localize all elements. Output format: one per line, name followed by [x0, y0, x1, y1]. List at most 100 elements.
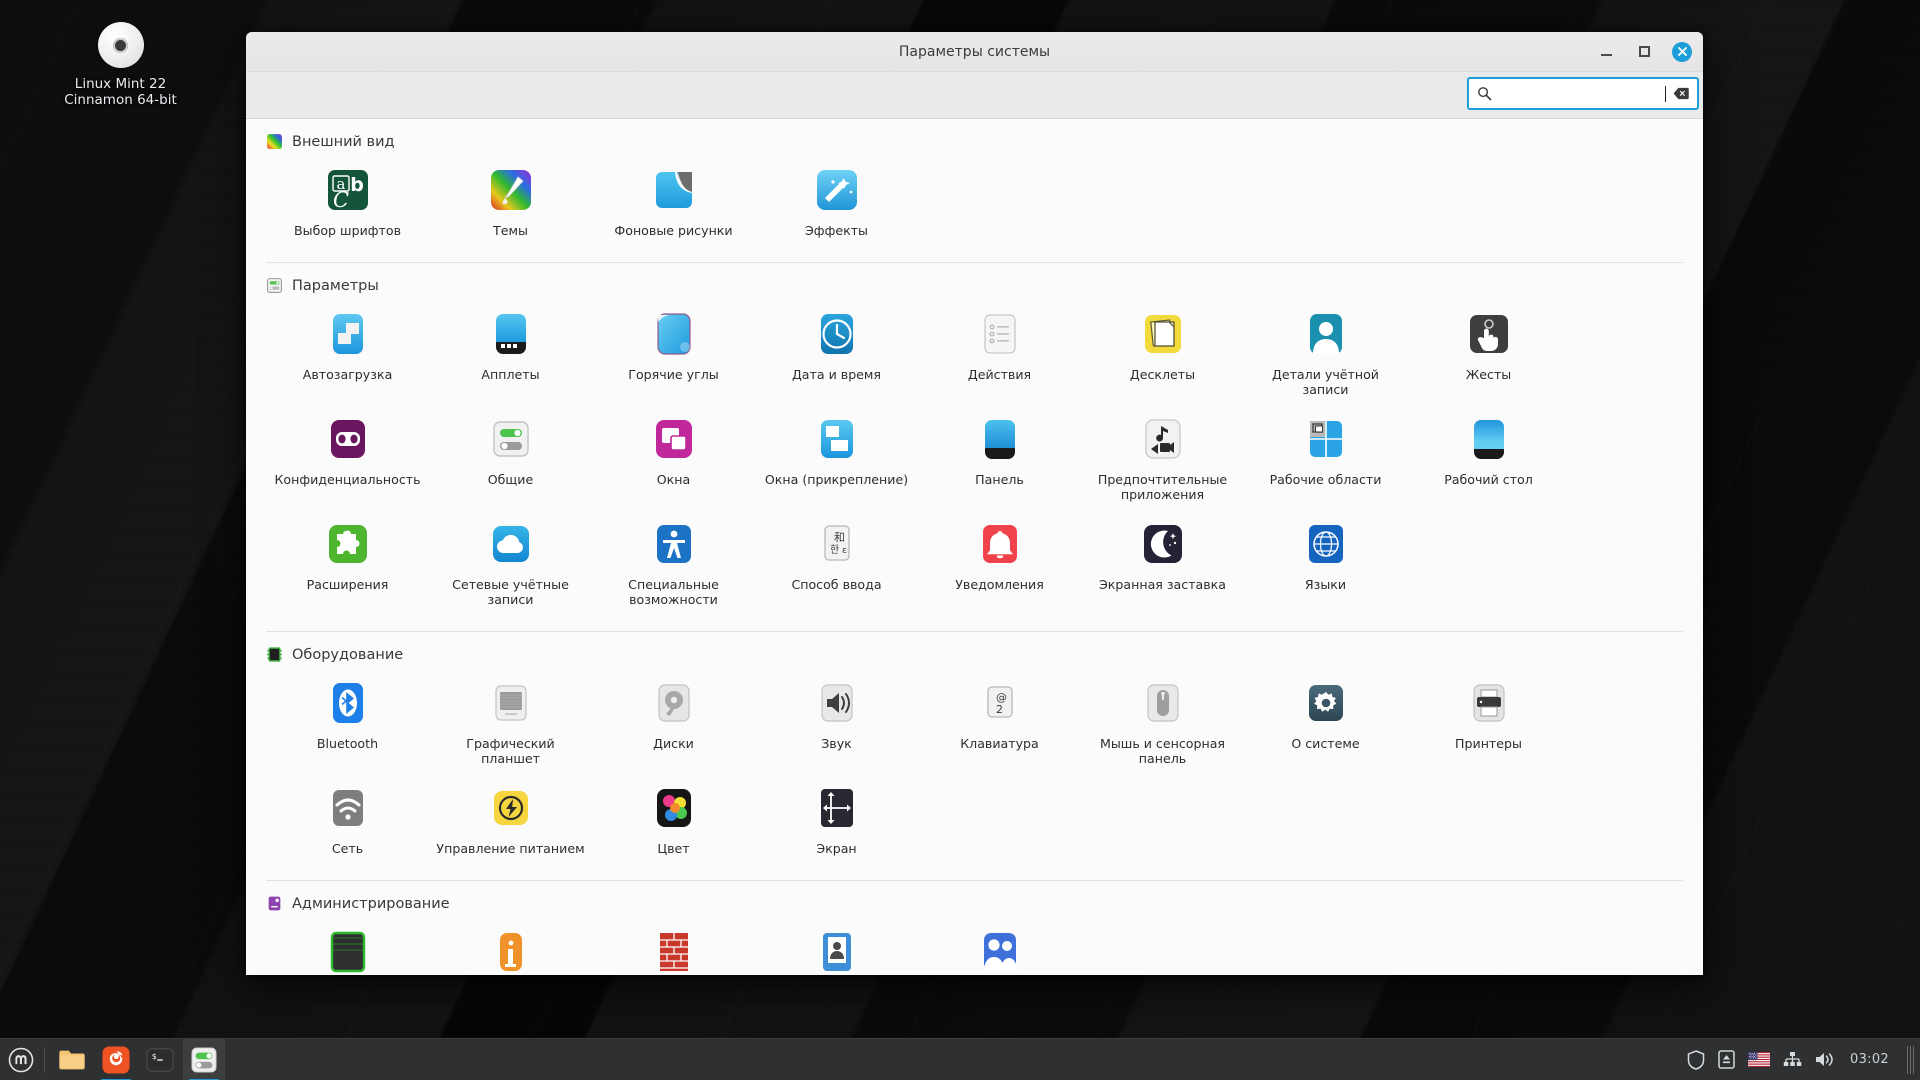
tile-login-window[interactable] [755, 920, 918, 975]
tile-fonts[interactable]: a b C Выбор шрифтов [266, 158, 429, 248]
taskbar-separator [44, 1047, 45, 1073]
actions-icon [976, 310, 1024, 358]
minimize-button[interactable] [1595, 41, 1617, 63]
mint-menu-button[interactable] [0, 1039, 42, 1080]
tile-input-method[interactable]: 和 한 ε Способ ввода [755, 512, 918, 617]
tile-system-info[interactable]: О системе [1244, 671, 1407, 776]
files-launcher[interactable] [51, 1039, 93, 1080]
tile-applets[interactable]: Апплеты [429, 302, 592, 407]
clock[interactable]: 03:02 [1847, 1052, 1892, 1067]
tile-mouse-touchpad[interactable]: Мышь и сенсорная панель [1081, 671, 1244, 776]
tile-extensions[interactable]: Расширения [266, 512, 429, 617]
tile-themes[interactable]: Темы [429, 158, 592, 248]
tile-workspaces[interactable]: Рабочие области [1244, 407, 1407, 512]
search-box[interactable] [1467, 77, 1699, 110]
removable-media-icon[interactable] [1718, 1050, 1735, 1069]
tile-general[interactable]: Общие [429, 407, 592, 512]
system-settings-task[interactable] [183, 1039, 225, 1080]
tile-power[interactable]: Управление питанием [429, 776, 592, 866]
tile-bluetooth[interactable]: Bluetooth [266, 671, 429, 776]
tile-privacy[interactable]: Конфиденциальность [266, 407, 429, 512]
system-reports-icon [487, 928, 535, 975]
tile-window-tiling[interactable]: Окна (прикрепление) [755, 407, 918, 512]
keyboard-layout-icon[interactable] [1748, 1052, 1770, 1067]
tile-color[interactable]: Цвет [592, 776, 755, 866]
tile-online-accounts[interactable]: Сетевые учётные записи [429, 512, 592, 617]
tile-account-details[interactable]: Детали учётной записи [1244, 302, 1407, 407]
update-shield-icon[interactable] [1687, 1050, 1705, 1070]
folder-icon [58, 1047, 86, 1073]
rainbow-square-icon [266, 133, 283, 150]
users-groups-icon [976, 928, 1024, 975]
svg-text:ε: ε [842, 546, 847, 556]
tile-firewall[interactable] [592, 920, 755, 975]
section-header-administration: Администрирование [266, 881, 1683, 920]
tile-label: Выбор шрифтов [294, 223, 401, 238]
panel-grip[interactable] [1907, 1046, 1914, 1074]
tile-screensaver[interactable]: Экранная заставка [1081, 512, 1244, 617]
tile-label: Действия [968, 367, 1031, 382]
network-tray-icon[interactable] [1783, 1051, 1802, 1068]
themes-icon [487, 166, 535, 214]
tile-label: Рабочий стол [1444, 472, 1533, 487]
tile-disks[interactable]: Диски [592, 671, 755, 776]
svg-text:2: 2 [996, 703, 1003, 716]
login-window-icon [813, 928, 861, 975]
tile-datetime[interactable]: Дата и время [755, 302, 918, 407]
section-title: Внешний вид [292, 134, 395, 150]
tile-languages[interactable]: Языки [1244, 512, 1407, 617]
clear-icon[interactable] [1673, 87, 1689, 100]
tile-panel[interactable]: Панель [918, 407, 1081, 512]
startup-icon [324, 310, 372, 358]
tile-backgrounds[interactable]: Фоновые рисунки [592, 158, 755, 248]
terminal-launcher[interactable]: $ [139, 1039, 181, 1080]
tile-desklets[interactable]: Десклеты [1081, 302, 1244, 407]
tile-effects[interactable]: Эффекты [755, 158, 918, 248]
tile-label: Автозагрузка [303, 367, 393, 382]
tile-system-reports[interactable] [429, 920, 592, 975]
tile-label: Жесты [1466, 367, 1512, 382]
tile-notifications[interactable]: Уведомления [918, 512, 1081, 617]
tile-grid-preferences: Автозагрузка Апплеты [266, 302, 1683, 625]
tile-display[interactable]: Экран [755, 776, 918, 866]
printers-icon [1465, 679, 1513, 727]
tile-windows[interactable]: Окна [592, 407, 755, 512]
tile-desktop[interactable]: Рабочий стол [1407, 407, 1570, 512]
tile-printers[interactable]: Принтеры [1407, 671, 1570, 776]
disc-icon [98, 22, 144, 68]
tile-network[interactable]: Сеть [266, 776, 429, 866]
tile-accessibility[interactable]: Специальные возможности [592, 512, 755, 617]
tile-keyboard[interactable]: @ 2 Клавиатура [918, 671, 1081, 776]
tile-label: Принтеры [1455, 736, 1522, 751]
tile-startup[interactable]: Автозагрузка [266, 302, 429, 407]
maximize-button[interactable] [1633, 41, 1655, 63]
tile-actions[interactable]: Действия [918, 302, 1081, 407]
firefox-launcher[interactable] [95, 1039, 137, 1080]
close-button[interactable] [1671, 41, 1693, 63]
tile-sound[interactable]: Звук [755, 671, 918, 776]
tile-graphics-tablet[interactable]: Графический планшет [429, 671, 592, 776]
maximize-icon [1639, 46, 1650, 57]
tile-label: Конфиденциальность [274, 472, 420, 487]
tile-hotcorners[interactable]: Горячие углы [592, 302, 755, 407]
window-tiling-icon [813, 415, 861, 463]
desktop-icon-linux-mint-iso[interactable]: Linux Mint 22 Cinnamon 64-bit [48, 22, 193, 108]
sound-icon [813, 679, 861, 727]
tile-label: Способ ввода [791, 577, 881, 592]
hardware-icon [266, 646, 283, 663]
tile-label: Уведомления [955, 577, 1044, 592]
tile-gestures[interactable]: Жесты [1407, 302, 1570, 407]
tile-label: Экран [816, 841, 856, 856]
online-accounts-icon [487, 520, 535, 568]
tile-label: Горячие углы [628, 367, 718, 382]
taskbar-panel: $ [0, 1038, 1920, 1080]
search-input[interactable] [1499, 79, 1657, 108]
tile-driver-manager[interactable] [266, 920, 429, 975]
tile-preferred-apps[interactable]: Предпочтительные приложения [1081, 407, 1244, 512]
tile-grid-appearance: a b C Выбор шрифтов [266, 158, 1683, 256]
taskbar-launchers: $ [51, 1039, 225, 1080]
window-titlebar[interactable]: Параметры системы [246, 32, 1703, 72]
tile-label: Сетевые учётные записи [436, 577, 586, 607]
tile-users-groups[interactable] [918, 920, 1081, 975]
volume-tray-icon[interactable] [1815, 1051, 1834, 1068]
